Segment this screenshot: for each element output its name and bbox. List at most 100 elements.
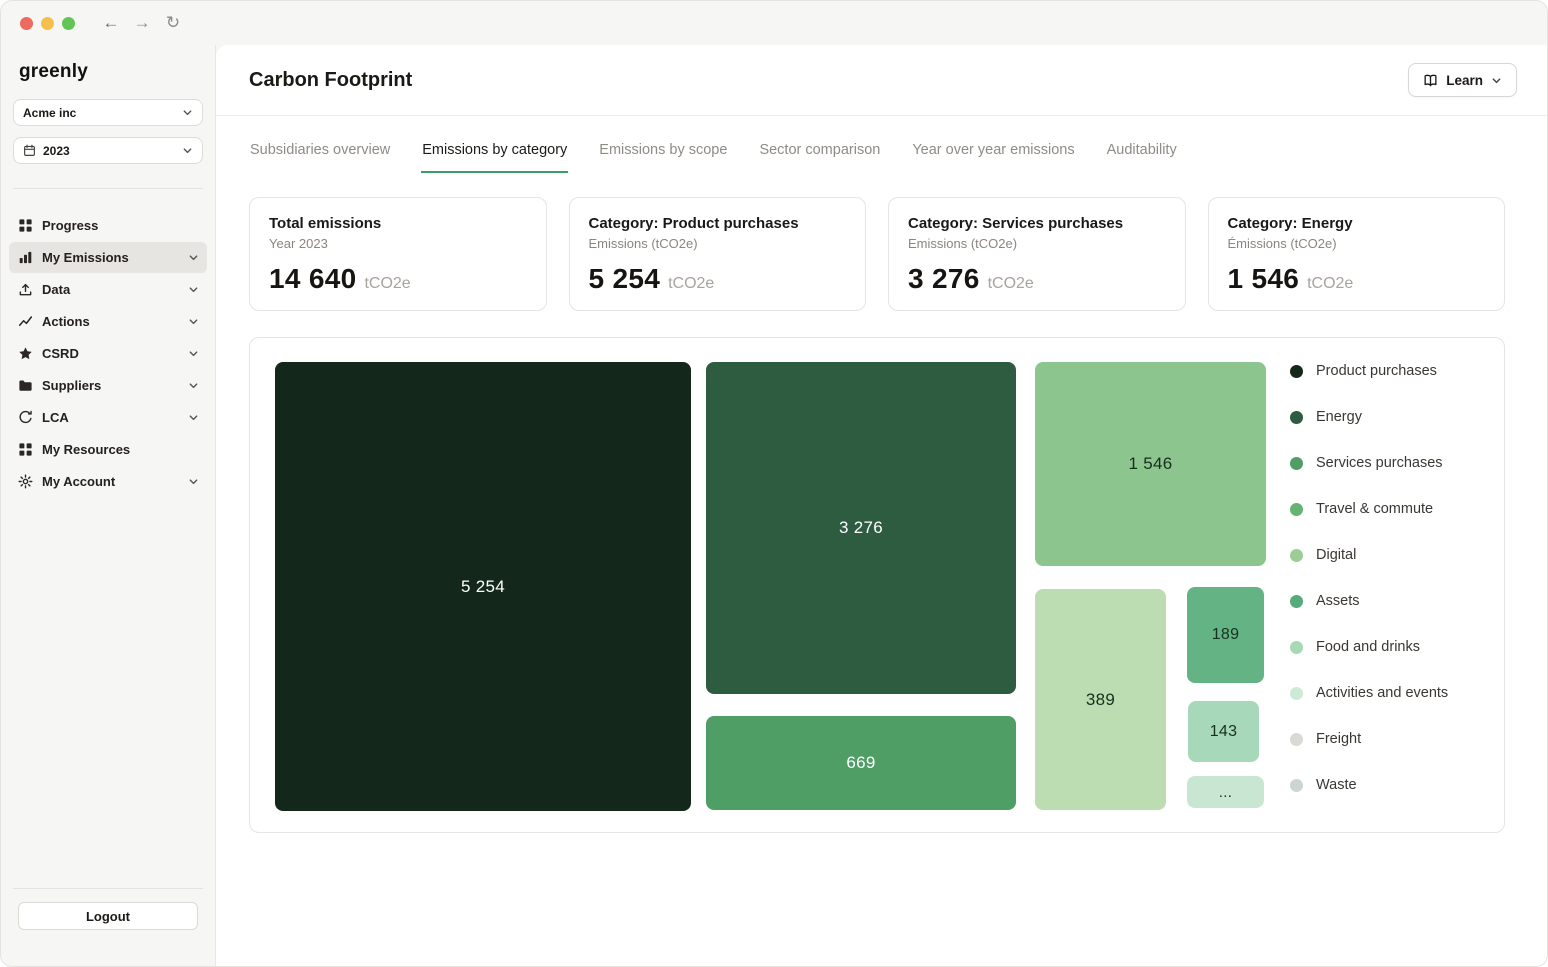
sidebar-item-actions[interactable]: Actions [9,306,207,337]
treemap-block[interactable]: 143 [1188,701,1259,762]
year-selector-value: 2023 [43,144,182,158]
stat-card-energy: Category: Energy Émissions (tCO2e) 1 546… [1208,197,1506,311]
legend-dot [1290,733,1303,746]
stat-card-value: 14 640 [269,263,356,295]
legend-label: Freight [1316,731,1361,747]
legend-item: Freight [1290,728,1448,750]
sidebar-item-lca[interactable]: LCA [9,402,207,433]
chevron-down-icon [1491,75,1502,86]
learn-button[interactable]: Learn [1408,63,1517,97]
treemap-block[interactable]: 389 [1035,589,1166,810]
tab-emissions-by-scope[interactable]: Emissions by scope [598,142,728,173]
sidebar-item-csrd[interactable]: CSRD [9,338,207,369]
treemap-block[interactable]: 669 [706,716,1016,810]
upload-icon [17,282,33,298]
treemap-block-overflow[interactable]: ... [1187,776,1264,808]
legend-item: Waste [1290,774,1448,796]
legend-dot [1290,365,1303,378]
legend-label: Services purchases [1316,455,1443,471]
treemap-legend: Product purchases Energy Services purcha… [1290,360,1448,796]
chevron-down-icon [188,348,199,359]
page-title: Carbon Footprint [249,69,412,92]
treemap-block[interactable]: 5 254 [275,362,691,811]
legend-label: Energy [1316,409,1362,425]
sidebar-item-progress[interactable]: Progress [9,210,207,241]
treemap-card: 5 254 3 276 669 1 546 389 189 143 ... Pr… [249,337,1505,833]
chevron-down-icon [188,252,199,263]
legend-dot [1290,411,1303,424]
sidebar-item-label: My Emissions [42,250,129,265]
legend-label: Assets [1316,593,1360,609]
sidebar: greenly Acme inc 2023 [1,45,216,967]
sidebar-item-data[interactable]: Data [9,274,207,305]
stat-card-value: 3 276 [908,263,980,295]
treemap-block[interactable]: 1 546 [1035,362,1266,566]
folder-icon [17,378,33,394]
window-titlebar: ← → ↻ [1,1,1547,45]
legend-dot [1290,641,1303,654]
forward-arrow-icon[interactable]: → [133,13,151,33]
legend-item: Digital [1290,544,1448,566]
zoom-window-button[interactable] [62,17,75,30]
stat-card-unit: tCO2e [988,275,1034,293]
star-icon [17,346,33,362]
stat-card-unit: tCO2e [1307,275,1353,293]
company-selector-value: Acme inc [23,106,182,120]
stat-cards-row: Total emissions Year 2023 14 640 tCO2e C… [216,197,1547,311]
tab-auditability[interactable]: Auditability [1106,142,1178,173]
legend-dot [1290,549,1303,562]
sidebar-item-my-emissions[interactable]: My Emissions [9,242,207,273]
sidebar-item-my-resources[interactable]: My Resources [9,434,207,465]
bar-chart-icon [17,250,33,266]
tab-year-over-year-emissions[interactable]: Year over year emissions [911,142,1075,173]
legend-dot [1290,595,1303,608]
year-selector[interactable]: 2023 [13,137,203,164]
grid-icon [17,442,33,458]
legend-label: Activities and events [1316,685,1448,701]
zigzag-icon [17,314,33,330]
chevron-down-icon [188,316,199,327]
page-header: Carbon Footprint Learn [216,45,1547,116]
browser-nav: ← → ↻ [102,13,182,33]
tab-sector-comparison[interactable]: Sector comparison [758,142,881,173]
legend-label: Product purchases [1316,363,1437,379]
stat-card-value: 5 254 [589,263,661,295]
company-selector[interactable]: Acme inc [13,99,203,126]
stat-card-subtitle: Emissions (tCO2e) [908,236,1166,251]
treemap-block[interactable]: 3 276 [706,362,1016,694]
close-window-button[interactable] [20,17,33,30]
sidebar-item-my-account[interactable]: My Account [9,466,207,497]
sidebar-item-suppliers[interactable]: Suppliers [9,370,207,401]
stat-card-title: Category: Product purchases [589,215,847,232]
stat-card-product-purchases: Category: Product purchases Emissions (t… [569,197,867,311]
legend-dot [1290,779,1303,792]
gear-icon [17,474,33,490]
legend-label: Waste [1316,777,1357,793]
stat-card-subtitle: Émissions (tCO2e) [1228,236,1486,251]
reload-icon[interactable]: ↻ [164,13,182,33]
sidebar-item-label: My Account [42,474,115,489]
legend-item: Services purchases [1290,452,1448,474]
logout-button[interactable]: Logout [18,902,198,930]
sidebar-item-label: My Resources [42,442,130,457]
stat-card-unit: tCO2e [668,275,714,293]
legend-label: Travel & commute [1316,501,1433,517]
tab-emissions-by-category[interactable]: Emissions by category [421,142,568,173]
stat-card-title: Total emissions [269,215,527,232]
greenly-logo: greenly [1,45,215,99]
legend-item: Food and drinks [1290,636,1448,658]
legend-dot [1290,503,1303,516]
back-arrow-icon[interactable]: ← [102,13,120,33]
sidebar-item-label: Data [42,282,70,297]
sidebar-item-label: Actions [42,314,90,329]
legend-item: Product purchases [1290,360,1448,382]
legend-item: Assets [1290,590,1448,612]
sidebar-item-label: LCA [42,410,69,425]
chevron-down-icon [188,476,199,487]
legend-item: Travel & commute [1290,498,1448,520]
tab-subsidiaries-overview[interactable]: Subsidiaries overview [249,142,391,173]
sidebar-nav: Progress My Emissions Data [1,202,215,497]
sidebar-item-label: Progress [42,218,98,233]
minimize-window-button[interactable] [41,17,54,30]
treemap-block[interactable]: 189 [1187,587,1264,683]
